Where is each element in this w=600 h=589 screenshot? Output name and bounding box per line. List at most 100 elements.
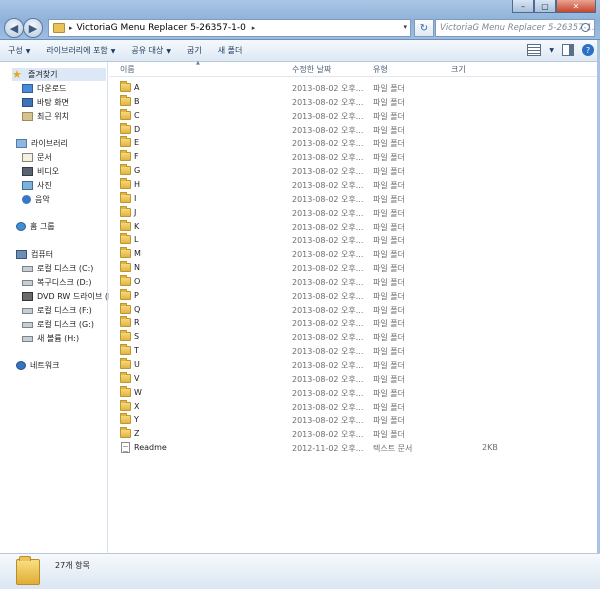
nav-computer[interactable]: 컴퓨터 <box>16 248 53 261</box>
file-date: 2013-08-02 오후... <box>292 125 364 135</box>
file-row[interactable]: R 2013-08-02 오후... 파일 폴더 <box>109 316 597 330</box>
refresh-button[interactable]: ↻ <box>414 19 434 37</box>
file-name: M <box>134 249 141 259</box>
star-icon: ★ <box>12 68 22 81</box>
nav-drive-e[interactable]: DVD RW 드라이브 (E:) <box>22 290 119 303</box>
network-icon <box>16 361 26 370</box>
navigation-pane: ★ 즐겨찾기 다운로드 바탕 화면 최근 위치 라이브러리 문서 비디오 사진 … <box>0 62 119 553</box>
address-history-dropdown-icon[interactable]: ▾ <box>403 23 407 31</box>
breadcrumb-current-folder[interactable]: VictoriaG Menu Replacer 5-26357-1-0 <box>77 23 246 33</box>
file-row[interactable]: A 2013-08-02 오후... 파일 폴더 <box>109 81 597 95</box>
file-type: 파일 폴더 <box>373 347 405 357</box>
change-view-icon[interactable] <box>527 44 542 56</box>
file-date: 2013-08-02 오후... <box>292 167 364 177</box>
folder-icon <box>120 136 131 148</box>
burn-button[interactable]: 굽기 <box>179 45 210 56</box>
hard-drive-icon <box>22 321 33 328</box>
file-date: 2013-08-02 오후... <box>292 250 364 260</box>
nav-drive-g[interactable]: 로컬 디스크 (G:) <box>22 318 94 331</box>
file-row[interactable]: U 2013-08-02 오후... 파일 폴더 <box>109 358 597 372</box>
folder-icon <box>120 177 131 189</box>
nav-videos[interactable]: 비디오 <box>22 165 59 178</box>
file-row[interactable]: Readme 2012-11-02 오후... 텍스트 문서 2KB <box>109 441 597 455</box>
file-row[interactable]: K 2013-08-02 오후... 파일 폴더 <box>109 219 597 234</box>
file-name: H <box>134 179 141 189</box>
file-row[interactable]: F 2013-08-02 오후... 파일 폴더 <box>109 150 597 164</box>
file-row[interactable]: Y 2013-08-02 오후... 파일 폴더 <box>109 413 597 427</box>
folder-icon <box>120 219 131 231</box>
file-row[interactable]: H 2013-08-02 오후... 파일 폴더 <box>109 177 597 192</box>
preview-pane-icon[interactable] <box>562 44 574 56</box>
breadcrumb-separator-icon[interactable]: ▸ <box>69 24 73 32</box>
share-with-menu[interactable]: 공유 대상 ▼ <box>123 45 179 56</box>
file-row[interactable]: Z 2013-08-02 오후... 파일 폴더 <box>109 427 597 441</box>
forward-button[interactable]: ▶ <box>23 18 43 38</box>
column-header-size[interactable]: 크기 <box>451 64 466 75</box>
nav-homegroup[interactable]: 홈 그룹 <box>16 220 55 233</box>
file-row[interactable]: T 2013-08-02 오후... 파일 폴더 <box>109 344 597 358</box>
address-bar[interactable]: ▸ VictoriaG Menu Replacer 5-26357-1-0 ▸ … <box>48 19 411 37</box>
file-row[interactable]: B 2013-08-02 오후... 파일 폴더 <box>109 94 597 109</box>
file-name: U <box>134 360 140 369</box>
search-icon[interactable] <box>581 23 590 32</box>
back-button[interactable]: ◀ <box>4 18 24 38</box>
column-header-type[interactable]: 유형 <box>373 64 388 75</box>
nav-drive-d[interactable]: 복구디스크 (D:) <box>22 276 91 289</box>
nav-drive-h[interactable]: 새 볼륨 (H:) <box>22 332 79 345</box>
file-date: 2013-08-02 오후... <box>292 374 364 384</box>
folder-icon <box>120 358 131 369</box>
file-row[interactable]: Q 2013-08-02 오후... 파일 폴더 <box>109 302 597 317</box>
file-row[interactable]: X 2013-08-02 오후... 파일 폴더 <box>109 399 597 414</box>
include-in-library-menu[interactable]: 라이브러리에 포함 ▼ <box>38 45 123 56</box>
file-name: Q <box>134 304 141 314</box>
nav-downloads[interactable]: 다운로드 <box>22 82 66 95</box>
nav-network[interactable]: 네트워크 <box>16 359 59 372</box>
file-row[interactable]: G 2013-08-02 오후... 파일 폴더 <box>109 164 597 178</box>
file-row[interactable]: V 2013-08-02 오후... 파일 폴더 <box>109 371 597 386</box>
search-input[interactable]: VictoriaG Menu Replacer 5-26357-1... <box>435 19 595 37</box>
new-folder-button[interactable]: 새 폴더 <box>210 45 251 56</box>
file-date: 2013-08-02 오후... <box>292 361 364 370</box>
folder-icon <box>120 261 131 273</box>
file-row[interactable]: D 2013-08-02 오후... 파일 폴더 <box>109 122 597 137</box>
file-row[interactable]: S 2013-08-02 오후... 파일 폴더 <box>109 330 597 344</box>
new-folder-label: 새 폴더 <box>217 46 243 55</box>
file-row[interactable]: P 2013-08-02 오후... 파일 폴더 <box>109 288 597 303</box>
help-icon[interactable]: ? <box>582 44 594 56</box>
chevron-down-icon: ▼ <box>25 48 31 55</box>
file-row[interactable]: E 2013-08-02 오후... 파일 폴더 <box>109 136 597 150</box>
nav-favorites[interactable]: ★ 즐겨찾기 <box>12 68 106 81</box>
nav-desktop-label: 바탕 화면 <box>37 98 69 107</box>
nav-documents[interactable]: 문서 <box>22 151 52 164</box>
nav-homegroup-label: 홈 그룹 <box>30 222 55 231</box>
hard-drive-icon <box>22 335 33 342</box>
file-row[interactable]: L 2013-08-02 오후... 파일 폴더 <box>109 233 597 247</box>
nav-music[interactable]: 음악 <box>22 193 50 206</box>
nav-pictures[interactable]: 사진 <box>22 179 52 192</box>
nav-recent-places[interactable]: 최근 위치 <box>22 110 69 123</box>
folder-icon <box>120 316 131 328</box>
maximize-button[interactable]: ▢ <box>534 0 556 13</box>
file-row[interactable]: O 2013-08-02 오후... 파일 폴더 <box>109 274 597 289</box>
file-row[interactable]: M 2013-08-02 오후... 파일 폴더 <box>109 247 597 261</box>
minimize-button[interactable]: – <box>512 0 534 13</box>
search-placeholder: VictoriaG Menu Replacer 5-26357-1... <box>440 23 595 33</box>
nav-libraries[interactable]: 라이브러리 <box>16 137 68 150</box>
file-date: 2013-08-02 오후... <box>292 319 364 329</box>
file-row[interactable]: C 2013-08-02 오후... 파일 폴더 <box>109 108 597 123</box>
file-row[interactable]: W 2013-08-02 오후... 파일 폴더 <box>109 385 597 400</box>
nav-desktop[interactable]: 바탕 화면 <box>22 96 69 109</box>
file-row[interactable]: J 2013-08-02 오후... 파일 폴더 <box>109 205 597 220</box>
music-icon <box>22 195 31 204</box>
file-row[interactable]: N 2013-08-02 오후... 파일 폴더 <box>109 261 597 275</box>
nav-drive-f[interactable]: 로컬 디스크 (F:) <box>22 304 92 317</box>
column-header-date[interactable]: 수정한 날짜 <box>292 64 331 75</box>
view-options-chevron-icon[interactable]: ▼ <box>549 47 554 54</box>
file-row[interactable]: I 2013-08-02 오후... 파일 폴더 <box>109 191 597 206</box>
close-button[interactable]: ✕ <box>556 0 596 13</box>
organize-menu[interactable]: 구성 ▼ <box>0 45 38 56</box>
file-name: J <box>134 207 137 217</box>
column-header-name[interactable]: 이름 <box>120 64 135 75</box>
breadcrumb-chevron-icon[interactable]: ▸ <box>252 24 256 32</box>
nav-drive-c[interactable]: 로컬 디스크 (C:) <box>22 262 93 275</box>
